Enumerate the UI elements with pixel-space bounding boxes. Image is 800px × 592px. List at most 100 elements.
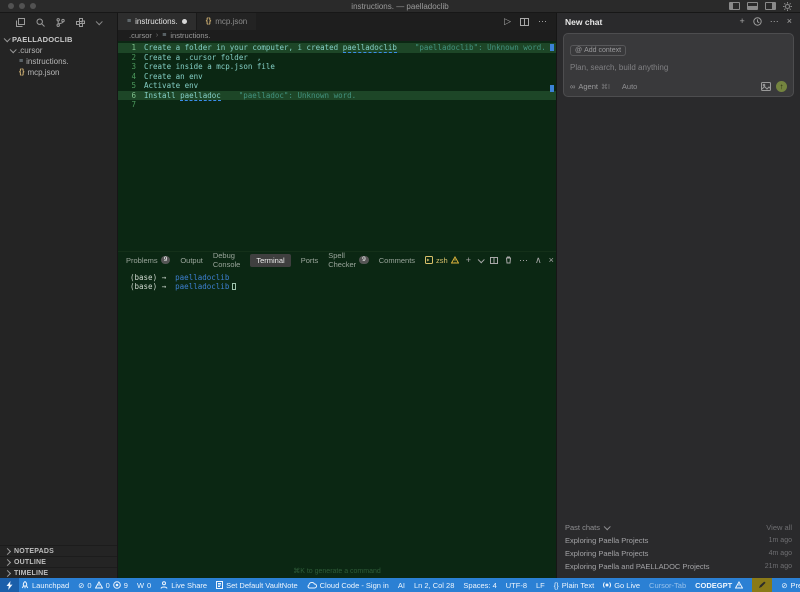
split-terminal-icon[interactable] xyxy=(490,257,498,264)
send-button[interactable]: ↑ xyxy=(776,81,787,92)
codegpt-button[interactable]: CODEGPT xyxy=(695,581,743,590)
code-line[interactable]: 7 xyxy=(118,100,556,110)
source-control-icon[interactable] xyxy=(56,18,65,27)
terminal-output[interactable]: (base) → paelladoclib (base) → paelladoc… xyxy=(118,268,556,291)
panel-more-icon[interactable]: ⋯ xyxy=(519,256,528,265)
new-terminal-icon[interactable]: + xyxy=(466,256,471,265)
code-line[interactable]: 1 Create a folder in your computer, i cr… xyxy=(118,43,556,53)
tree-item-instructions-file[interactable]: ≡ instructions. xyxy=(0,56,117,67)
window-controls xyxy=(8,3,36,9)
code-line[interactable]: 6 Install paelladoc"paelladoc": Unknown … xyxy=(118,91,556,101)
code-line[interactable]: 4 Create an env xyxy=(118,72,556,82)
indentation-setting[interactable]: Spaces: 4 xyxy=(463,581,496,590)
tree-item-cursor-folder[interactable]: .cursor xyxy=(0,45,117,56)
attach-image-icon[interactable] xyxy=(761,82,771,91)
more-actions-icon[interactable]: ⋯ xyxy=(538,17,547,26)
tab-instructions[interactable]: ≡ instructions. xyxy=(118,13,196,30)
code-line[interactable]: 2 Create a .cursor folder , xyxy=(118,53,556,63)
tab-label: Debug Console xyxy=(213,251,241,269)
remote-indicator[interactable] xyxy=(0,578,19,592)
new-chat-plus-icon[interactable]: + xyxy=(739,17,744,26)
terminal-dropdown-chevron-icon[interactable] xyxy=(478,256,485,263)
explorer-icon[interactable] xyxy=(16,18,25,27)
vault-note-button[interactable]: Set Default VaultNote xyxy=(216,581,298,590)
past-chat-item[interactable]: Exploring Paella Projects 4m ago xyxy=(565,547,792,560)
launchpad-button[interactable]: Launchpad xyxy=(21,581,69,590)
tab-problems[interactable]: Problems 9 xyxy=(126,256,170,265)
maximize-panel-icon[interactable]: ∧ xyxy=(535,256,542,265)
status-warning-item[interactable] xyxy=(752,578,772,592)
tab-ports[interactable]: Ports xyxy=(301,256,319,265)
past-chats-header[interactable]: Past chats View all xyxy=(565,521,792,534)
chat-history-clock-icon[interactable] xyxy=(753,17,762,26)
chat-input-placeholder[interactable]: Plan, search, build anything xyxy=(570,63,787,72)
tab-output[interactable]: Output xyxy=(180,256,203,265)
breadcrumb-file[interactable]: instructions. xyxy=(170,31,210,40)
close-panel-icon[interactable]: × xyxy=(549,256,554,265)
code-line[interactable]: 5 Activate env xyxy=(118,81,556,91)
add-context-chip[interactable]: @ Add context xyxy=(570,45,626,56)
w-status[interactable]: W 0 xyxy=(137,581,151,590)
search-icon[interactable] xyxy=(36,18,45,27)
chat-close-icon[interactable]: × xyxy=(787,17,792,26)
tab-debug-console[interactable]: Debug Console xyxy=(213,251,241,269)
section-outline[interactable]: OUTLINE xyxy=(0,556,117,567)
ai-status[interactable]: AI xyxy=(398,581,405,590)
split-editor-icon[interactable] xyxy=(520,18,529,26)
prettier-status[interactable]: ⊘ Prettier xyxy=(781,581,800,590)
past-chat-item[interactable]: Exploring Paella and PAELLADOC Projects … xyxy=(565,560,792,573)
agent-mode-selector[interactable]: ∞ Agent ⌘I xyxy=(570,82,610,91)
tab-label: instructions. xyxy=(135,17,178,26)
problems-status[interactable]: ⊘ 0 0 9 xyxy=(78,581,128,590)
cursor-tab-status[interactable]: Cursor-Tab xyxy=(649,581,686,590)
run-file-icon[interactable]: ▷ xyxy=(504,17,511,26)
section-notepads[interactable]: NOTEPADS xyxy=(0,545,117,556)
cursor-position[interactable]: Ln 2, Col 28 xyxy=(414,581,454,590)
go-live-button[interactable]: Go Live xyxy=(603,581,640,590)
prompt-arrow-icon: → xyxy=(162,273,167,282)
tab-terminal[interactable]: Terminal xyxy=(250,254,290,267)
model-selector[interactable]: Auto xyxy=(622,82,637,91)
panel-tab-bar: Problems 9 Output Debug Console Terminal… xyxy=(118,252,556,268)
tab-spell-checker[interactable]: Spell Checker 9 xyxy=(328,251,369,269)
kill-terminal-trash-icon[interactable] xyxy=(505,256,512,264)
cloud-code-signin-button[interactable]: Cloud Code - Sign in xyxy=(307,581,389,590)
past-chat-item[interactable]: Exploring Paella Projects 1m ago xyxy=(565,534,792,547)
toggle-sidebar-icon[interactable] xyxy=(729,2,740,10)
language-label: Plain Text xyxy=(562,581,594,590)
view-all-link[interactable]: View all xyxy=(766,523,792,532)
minimize-window-button[interactable] xyxy=(19,3,25,9)
w-icon: W xyxy=(137,581,144,590)
chat-more-icon[interactable]: ⋯ xyxy=(770,17,779,26)
terminal-shell-selector[interactable]: zsh xyxy=(425,256,459,265)
misspelled-word[interactable]: paelladoc xyxy=(180,91,221,101)
breadcrumb-folder[interactable]: .cursor xyxy=(129,31,152,40)
language-mode[interactable]: {} Plain Text xyxy=(554,581,594,590)
zoom-window-button[interactable] xyxy=(30,3,36,9)
chat-input-box[interactable]: @ Add context Plan, search, build anythi… xyxy=(563,33,794,97)
breadcrumb[interactable]: .cursor › ≡ instructions. xyxy=(118,30,556,41)
tab-comments[interactable]: Comments xyxy=(379,256,415,265)
more-views-chevron-icon[interactable] xyxy=(96,18,103,25)
misspelled-word[interactable]: paelladoclib xyxy=(343,43,397,53)
cursor-tab-label: Cursor-Tab xyxy=(649,581,686,590)
toggle-secondary-sidebar-icon[interactable] xyxy=(765,2,776,10)
unsaved-dot-icon[interactable] xyxy=(182,19,187,24)
settings-gear-icon[interactable] xyxy=(783,2,792,11)
code-line[interactable]: 3 Create inside a mcp.json file xyxy=(118,62,556,72)
past-chats-label: Past chats xyxy=(565,523,600,532)
extensions-icon[interactable] xyxy=(76,18,85,27)
tab-mcp-json[interactable]: {} mcp.json xyxy=(196,13,256,30)
eol-setting[interactable]: LF xyxy=(536,581,545,590)
code-text: Activate env xyxy=(144,81,198,91)
close-window-button[interactable] xyxy=(8,3,14,9)
tree-item-mcp-json-file[interactable]: {} mcp.json xyxy=(0,67,117,78)
chat-item-time: 21m ago xyxy=(765,563,792,570)
encoding-setting[interactable]: UTF-8 xyxy=(506,581,527,590)
live-share-button[interactable]: Live Share xyxy=(160,581,207,590)
section-timeline[interactable]: TIMELINE xyxy=(0,567,117,578)
ai-label: AI xyxy=(398,581,405,590)
code-editor[interactable]: 1 Create a folder in your computer, i cr… xyxy=(118,41,556,251)
toggle-panel-icon[interactable] xyxy=(747,2,758,10)
explorer-root[interactable]: PAELLADOCLIB xyxy=(0,34,117,45)
